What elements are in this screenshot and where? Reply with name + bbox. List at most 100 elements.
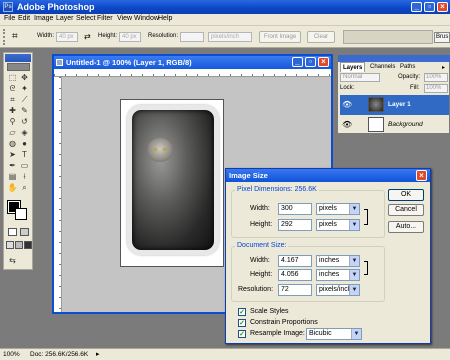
type-tool-icon[interactable]: T <box>19 150 30 160</box>
menu-window[interactable]: Window <box>134 15 159 22</box>
maximize-button[interactable]: ▫ <box>424 2 435 12</box>
marquee-tool-icon[interactable]: ⬚ <box>7 73 18 83</box>
clear-button[interactable]: Clear <box>307 31 335 43</box>
doc-height-input[interactable]: 4.056 <box>278 269 312 281</box>
scale-styles-checkbox[interactable]: ✓ <box>238 308 246 316</box>
move-tool-icon[interactable]: ✥ <box>19 73 30 83</box>
paint-bucket-icon[interactable]: ◈ <box>19 128 30 138</box>
feather-logo-icon <box>7 63 30 71</box>
minimize-button[interactable]: _ <box>411 2 422 12</box>
healing-brush-icon[interactable]: ✚ <box>7 106 18 116</box>
screen-mode-full-icon[interactable] <box>24 241 32 249</box>
resolution-unit-select[interactable]: pixels/inch <box>208 32 252 42</box>
tab-paths[interactable]: Paths <box>398 62 417 72</box>
options-bar: ⌗ Width: 40 px ⇄ Height: 40 px Resolutio… <box>0 26 450 48</box>
menu-edit[interactable]: Edit <box>18 15 30 22</box>
fill-field[interactable]: 100% <box>424 84 448 93</box>
crop-icon[interactable]: ⌗ <box>7 95 18 105</box>
pixel-height-input[interactable]: 292 <box>278 219 312 231</box>
doc-height-unit-select[interactable]: inches ▼ <box>316 269 360 281</box>
dialog-close-button[interactable]: × <box>416 170 427 181</box>
imageready-jump-icon[interactable]: ⇆ <box>7 256 18 266</box>
path-select-icon[interactable]: ➤ <box>7 150 18 160</box>
ok-button[interactable]: OK <box>388 189 424 201</box>
hand-tool-icon[interactable]: ✋ <box>7 183 18 193</box>
pen-tool-icon[interactable]: ✒ <box>7 161 18 171</box>
close-button[interactable]: × <box>437 2 448 12</box>
width-field[interactable]: 40 px <box>56 32 78 42</box>
screen-mode-full-menu-icon[interactable] <box>15 241 23 249</box>
brushes-tab[interactable]: Brus <box>434 32 450 43</box>
visibility-eye-icon[interactable]: 👁 <box>342 120 352 129</box>
chevron-down-icon[interactable]: ▼ <box>349 204 359 214</box>
cancel-button[interactable]: Cancel <box>388 204 424 216</box>
quick-mask-icon[interactable] <box>20 228 29 236</box>
vertical-ruler[interactable] <box>54 77 62 312</box>
stamp-icon[interactable]: ⚲ <box>7 117 18 127</box>
dodge-tool-icon[interactable]: ● <box>19 139 30 149</box>
resample-image-checkbox[interactable]: ✓ <box>238 330 246 338</box>
doc-maximize-button[interactable]: ▫ <box>305 57 316 67</box>
menu-help[interactable]: Help <box>158 15 172 22</box>
lasso-tool-icon[interactable]: ᘓ <box>7 84 18 94</box>
visibility-eye-icon[interactable]: 👁 <box>342 100 352 109</box>
pixel-height-label: Height: <box>250 221 273 228</box>
resolution-input[interactable]: 72 <box>278 284 312 296</box>
background-color-swatch[interactable] <box>15 208 27 220</box>
swap-icon[interactable]: ⇄ <box>84 32 91 41</box>
menu-layer[interactable]: Layer <box>56 15 74 22</box>
eraser-icon[interactable]: ▱ <box>7 128 18 138</box>
status-menu-icon[interactable]: ▸ <box>96 350 100 358</box>
document-image[interactable] <box>120 99 224 267</box>
doc-close-button[interactable]: × <box>318 57 329 67</box>
shape-tool-icon[interactable]: ▭ <box>19 161 30 171</box>
horizontal-ruler[interactable] <box>54 69 331 77</box>
menu-image[interactable]: Image <box>34 15 53 22</box>
document-size-label: Document Size: <box>235 242 289 249</box>
tab-layers[interactable]: Layers <box>340 62 366 72</box>
zoom-level[interactable]: 100% <box>3 351 20 358</box>
screen-mode-standard-icon[interactable] <box>6 241 14 249</box>
chevron-down-icon[interactable]: ▼ <box>349 220 359 230</box>
auto-button[interactable]: Auto... <box>388 221 424 233</box>
pixel-height-unit-select[interactable]: pixels ▼ <box>316 219 360 231</box>
menu-select[interactable]: Select <box>76 15 95 22</box>
doc-minimize-button[interactable]: _ <box>292 57 303 67</box>
front-image-button[interactable]: Front Image <box>259 31 301 43</box>
blend-mode-select[interactable]: Normal <box>340 73 380 82</box>
doc-width-unit-select[interactable]: inches ▼ <box>316 255 360 267</box>
chevron-down-icon[interactable]: ▼ <box>351 329 361 339</box>
menu-view[interactable]: View <box>117 15 132 22</box>
standard-mode-icon[interactable] <box>8 228 17 236</box>
tab-channels[interactable]: Channels <box>368 62 397 72</box>
notes-tool-icon[interactable]: ▤ <box>7 172 18 182</box>
height-field[interactable]: 40 px <box>119 32 141 42</box>
pixel-width-input[interactable]: 300 <box>278 203 312 215</box>
grip-handle[interactable] <box>3 29 7 45</box>
layer-row-layer-1[interactable]: 👁 Layer 1 <box>340 95 449 115</box>
menu-file[interactable]: File <box>4 15 15 22</box>
zoom-tool-icon[interactable]: ⌕ <box>19 183 30 193</box>
history-brush-icon[interactable]: ↺ <box>19 117 30 127</box>
crop-tool-icon[interactable]: ⌗ <box>12 31 18 42</box>
brush-icon[interactable]: ✎ <box>19 106 30 116</box>
resample-method-select[interactable]: Bicubic ▼ <box>306 328 362 340</box>
pixel-width-unit-select[interactable]: pixels ▼ <box>316 203 360 215</box>
chevron-down-icon[interactable]: ▼ <box>349 270 359 280</box>
layer-row-background[interactable]: 👁 Background <box>340 115 449 135</box>
blur-tool-icon[interactable]: ◍ <box>7 139 18 149</box>
resolution-field[interactable] <box>180 32 204 42</box>
chevron-down-icon[interactable]: ▼ <box>349 256 359 266</box>
panel-menu-icon[interactable]: ▸ <box>442 64 445 71</box>
constrain-proportions-checkbox[interactable]: ✓ <box>238 319 246 327</box>
menu-filter[interactable]: Filter <box>97 15 113 22</box>
slice-icon[interactable]: ⟋ <box>19 95 30 105</box>
photoshop-logo-icon: Ps <box>3 2 13 12</box>
magic-wand-icon[interactable]: ✦ <box>19 84 30 94</box>
lock-label: Lock: <box>340 85 355 91</box>
eyedropper-icon[interactable]: ⟊ <box>19 172 30 182</box>
chevron-down-icon[interactable]: ▼ <box>349 285 359 295</box>
doc-width-input[interactable]: 4.167 <box>278 255 312 267</box>
resolution-unit-select[interactable]: pixels/inch ▼ <box>316 284 360 296</box>
opacity-field[interactable]: 100% <box>424 73 448 82</box>
